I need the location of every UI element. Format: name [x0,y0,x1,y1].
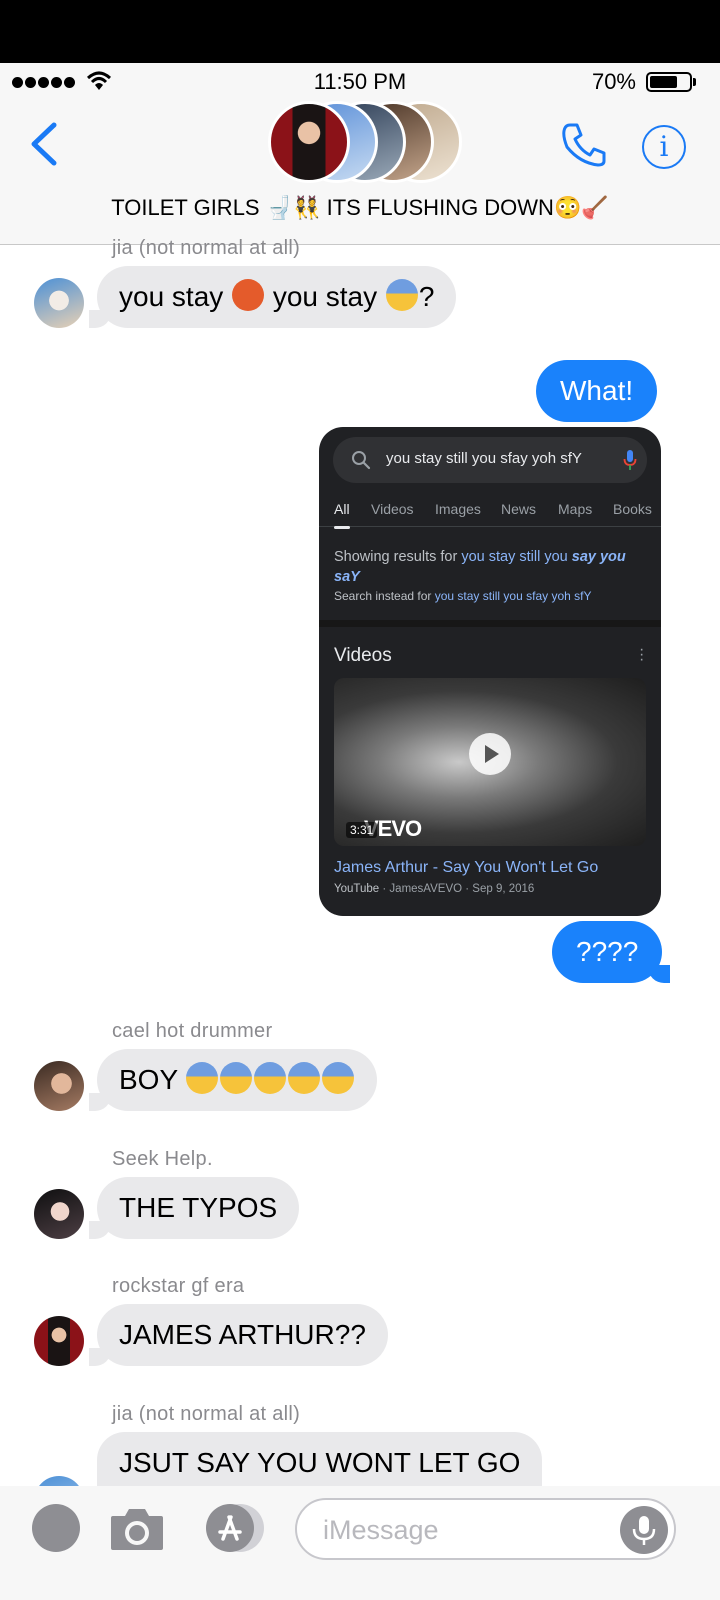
message-text: JAMES ARTHUR?? [119,1319,366,1350]
video-meta: YouTube · JamesAVEVO · Sep 9, 2016 [334,883,534,895]
sender-name: cael hot drummer [112,1020,273,1042]
spelling-correction: Showing results for you stay still you s… [334,547,644,587]
video-title: James Arthur - Say You Won't Let Go [334,859,599,876]
tab-books: Books [613,501,652,517]
original-query-link: you stay still you sfay yoh sfY [434,589,592,603]
top-black-bar [0,0,720,63]
conversation-header: i TOILET GIRLS 🚽👯 ITS FLUSHING DOWN😳🪠 [0,99,720,245]
info-icon[interactable]: i [642,125,686,169]
sender-name: Seek Help. [112,1148,213,1170]
video-channel-date: · JamesAVEVO · Sep 9, 2016 [379,883,535,895]
search-query: you stay still you sfay yoh sfY [386,450,582,467]
crying-face-emoji-icon [322,1062,355,1094]
search-icon [352,451,371,470]
google-search-screenshot[interactable]: you stay still you sfay yoh sfY All Vide… [319,427,661,916]
avatar[interactable] [34,278,84,328]
tab-videos: Videos [371,501,414,517]
message-bubble[interactable]: What! [536,360,658,422]
avatar[interactable] [34,1316,84,1366]
video-thumbnail: VEVO 3:31 [334,678,646,846]
sender-name: jia (not normal at all) [112,237,301,259]
battery-icon [646,72,692,92]
search-instead: Search instead for you stay still you sf… [334,589,591,603]
play-icon [469,733,511,775]
message-text: JSUT SAY YOU WONT LET GO [119,1447,521,1478]
imessage-input[interactable]: iMessage [295,1498,676,1560]
fearful-face-emoji-icon [385,279,418,311]
message-bubble[interactable]: THE TYPOS [89,1177,300,1239]
dictation-microphone-icon[interactable] [620,1506,668,1554]
camera-icon[interactable] [109,1504,165,1552]
crying-face-emoji-icon [254,1062,287,1094]
videos-heading: Videos [334,645,392,666]
correction-prefix: Showing results for [334,549,462,565]
group-avatars[interactable] [268,101,462,183]
tab-all: All [334,501,350,529]
message-text: What! [560,375,634,406]
app-store-icon[interactable] [200,1503,266,1553]
phone-icon[interactable] [560,121,608,169]
group-title[interactable]: TOILET GIRLS 🚽👯 ITS FLUSHING DOWN😳🪠 [0,195,720,221]
cursing-face-emoji-icon [232,279,265,311]
battery-cap [693,78,696,86]
digital-touch-icon[interactable] [32,1504,80,1552]
message-text: you stay [265,281,385,312]
bubble-tail [89,1221,111,1239]
video-duration: 3:31 [346,822,378,838]
message-text: BOY [119,1064,186,1095]
crying-face-emoji-icon [220,1062,253,1094]
search-instead-prefix: Search instead for [334,589,435,603]
avatar[interactable] [34,1189,84,1239]
message-text: THE TYPOS [119,1192,278,1223]
message-text: ???? [576,936,639,967]
avatar[interactable] [34,1061,84,1111]
battery-percent: 70% [591,69,636,94]
input-placeholder: iMessage [323,1515,439,1545]
crying-face-emoji-icon [186,1062,219,1094]
message-bubble[interactable]: ???? [552,921,671,983]
message-bubble[interactable]: JAMES ARTHUR?? [89,1304,388,1366]
sender-name: rockstar gf era [112,1275,245,1297]
section-divider [319,620,661,627]
microphone-icon [623,450,637,470]
corrected-query-plain: you stay still you [461,549,572,565]
more-vertical-icon: · · · [639,641,645,668]
battery-fill [650,76,677,88]
message-composer: iMessage [0,1486,720,1600]
video-source: YouTube [334,883,380,895]
bubble-tail [648,965,671,983]
search-bar: you stay still you sfay yoh sfY [333,437,647,483]
sender-name: jia (not normal at all) [112,1403,301,1425]
message-text: ? [418,281,435,312]
message-bubble[interactable]: you stay you stay ? [89,266,457,328]
tab-news: News [501,501,537,517]
microphone-icon [632,1516,656,1545]
bubble-tail [89,1348,111,1366]
message-bubble[interactable]: BOY [89,1049,378,1111]
tab-maps: Maps [558,501,593,517]
bubble-tail [89,1093,111,1111]
crying-face-emoji-icon [288,1062,321,1094]
status-bar: 11:50 PM 70% [0,63,720,99]
search-tabs: All Videos Images News Maps Books [319,491,661,529]
tab-images: Images [435,501,481,517]
avatar [268,101,350,183]
message-text: you stay [119,281,232,312]
bubble-tail [89,310,111,328]
back-chevron-icon[interactable] [26,121,60,167]
